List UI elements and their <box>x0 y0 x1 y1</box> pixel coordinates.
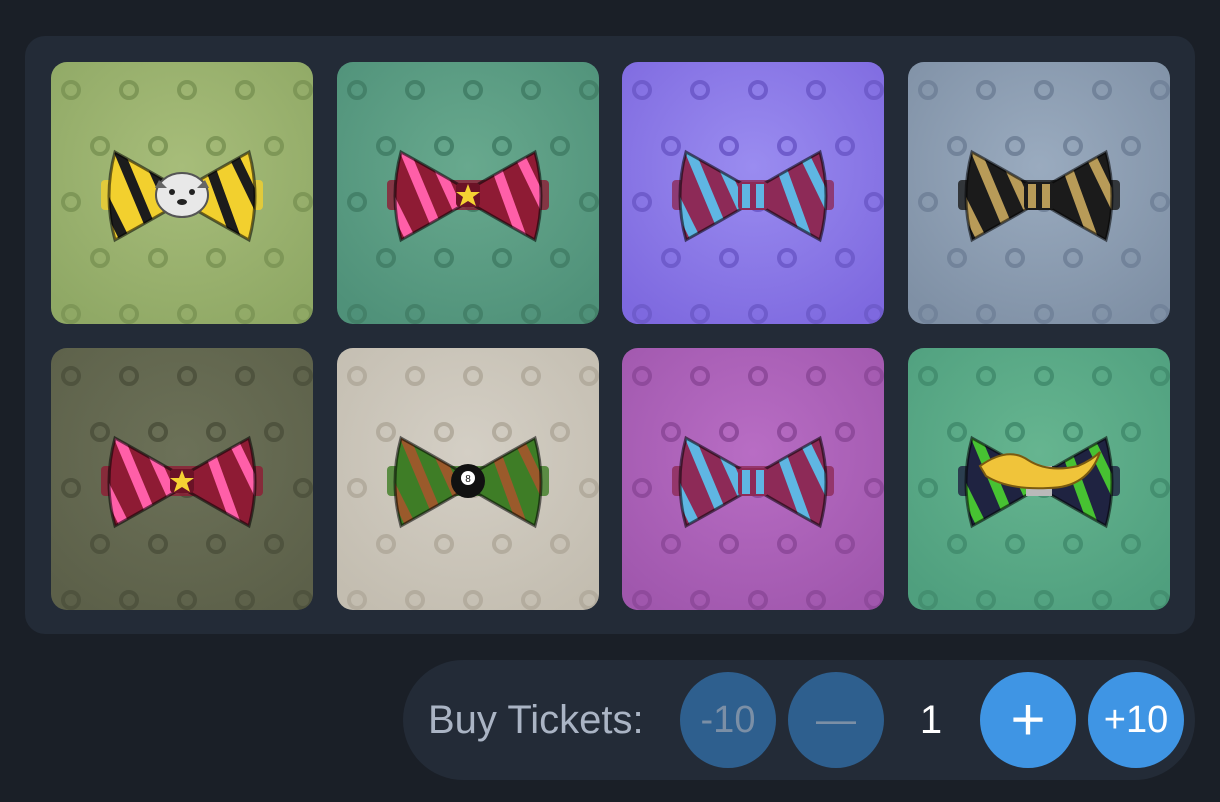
bowtie-tile[interactable] <box>622 62 884 324</box>
buy-tickets-label: Buy Tickets: <box>428 698 644 742</box>
minus-icon: — <box>816 697 856 742</box>
increment-button[interactable]: + <box>980 672 1076 768</box>
bowtie-gallery-panel: 8 <box>25 36 1195 634</box>
bowtie-icon: 8 <box>387 435 549 529</box>
bowtie-icon <box>958 149 1120 243</box>
ticket-quantity: 1 <box>919 698 943 742</box>
bowtie-tile[interactable] <box>908 348 1170 610</box>
bowtie-tile[interactable]: 8 <box>337 348 599 610</box>
bowtie-icon <box>672 149 834 243</box>
plus-ten-button[interactable]: +10 <box>1088 672 1184 768</box>
ticket-purchase-bar: Buy Tickets: -10 — 1 + +10 <box>403 660 1195 780</box>
bowtie-icon <box>101 435 263 529</box>
bowtie-tile[interactable] <box>337 62 599 324</box>
bowtie-tile[interactable] <box>51 62 313 324</box>
svg-text:8: 8 <box>465 474 471 485</box>
bowtie-tile[interactable] <box>51 348 313 610</box>
bowtie-tile[interactable] <box>622 348 884 610</box>
bowtie-icon <box>672 435 834 529</box>
minus-ten-button[interactable]: -10 <box>680 672 776 768</box>
bowtie-icon <box>387 149 549 243</box>
bowtie-icon <box>958 435 1120 529</box>
decrement-button[interactable]: — <box>788 672 884 768</box>
plus-icon: + <box>1010 686 1046 753</box>
bowtie-tile[interactable] <box>908 62 1170 324</box>
bowtie-icon <box>101 149 263 243</box>
